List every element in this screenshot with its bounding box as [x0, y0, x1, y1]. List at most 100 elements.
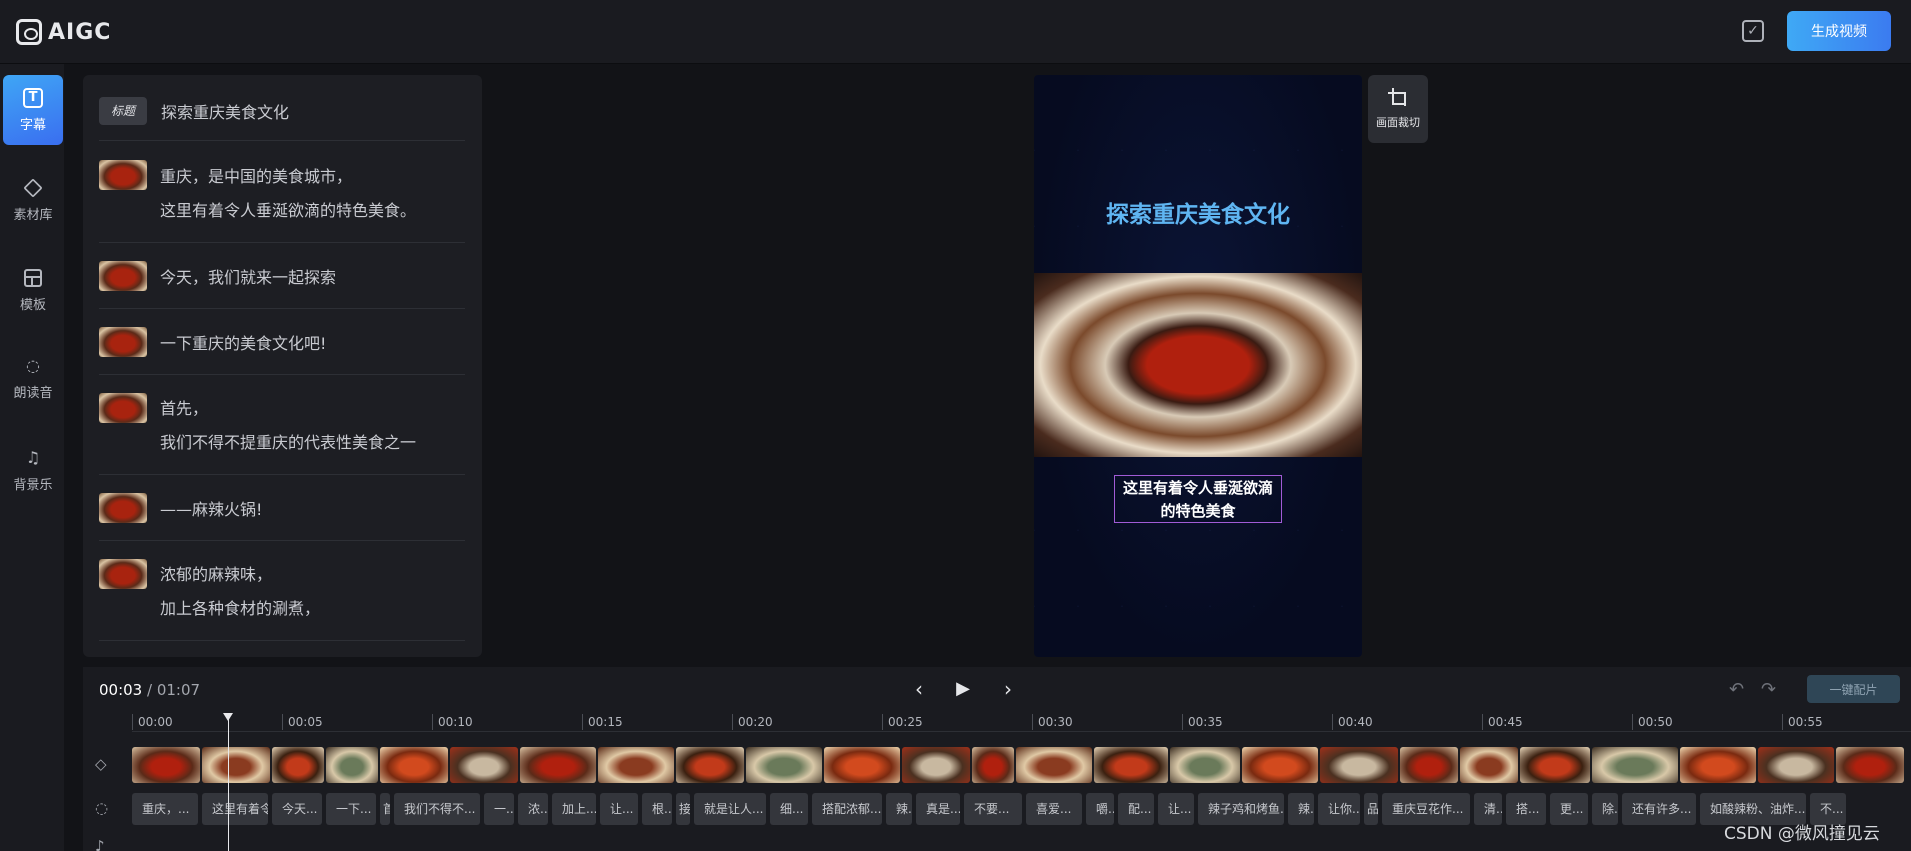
subtitle-clip[interactable]: 清... — [1474, 793, 1502, 825]
checklist-icon[interactable]: ✓ — [1742, 20, 1764, 42]
undo-icon[interactable]: ↶ — [1729, 679, 1744, 700]
subtitle-clip[interactable]: 根... — [642, 793, 672, 825]
material-clip[interactable] — [202, 747, 270, 783]
subtitle-clip[interactable]: 让... — [1158, 793, 1194, 825]
material-clip[interactable] — [272, 747, 324, 783]
material-clip[interactable] — [450, 747, 518, 783]
redo-icon[interactable]: ↷ — [1761, 679, 1776, 700]
subtitle-line[interactable]: ——麻辣火锅! — [160, 496, 262, 520]
playhead[interactable] — [223, 713, 233, 851]
material-clip[interactable] — [1320, 747, 1398, 783]
subtitle-clip[interactable]: 重庆豆花作... — [1382, 793, 1470, 825]
subtitle-thumbnail[interactable] — [99, 261, 147, 291]
subtitle-line[interactable]: 今天，我们就来一起探索 — [160, 264, 336, 288]
material-clip[interactable] — [1680, 747, 1756, 783]
subtitle-clip[interactable]: 我们不得不... — [394, 793, 480, 825]
title-text[interactable]: 探索重庆美食文化 — [161, 99, 289, 123]
subtitle-clip[interactable]: 还有许多... — [1622, 793, 1696, 825]
material-clip[interactable] — [520, 747, 596, 783]
material-clip[interactable] — [598, 747, 674, 783]
subtitle-clip[interactable]: 不要... — [964, 793, 1022, 825]
subtitle-clip[interactable]: 重庆，... — [132, 793, 198, 825]
subtitle-row[interactable]: 今天，我们就来一起探索 — [99, 243, 465, 309]
material-clip[interactable] — [1836, 747, 1904, 783]
subtitle-line[interactable]: 这里有着令人垂涎欲滴的特色美食。 — [160, 197, 416, 221]
rail-item-music[interactable]: ♫ 背景乐 — [3, 435, 63, 505]
preview-caption[interactable]: 这里有着令人垂涎欲滴 的特色美食 — [1114, 475, 1282, 523]
subtitle-clip[interactable]: 浓... — [518, 793, 548, 825]
subtitle-row[interactable]: 浓郁的麻辣味， 加上各种食材的涮煮， — [99, 541, 465, 641]
prev-icon[interactable]: ‹ — [907, 677, 931, 701]
material-clip[interactable] — [902, 747, 970, 783]
material-track[interactable] — [132, 747, 1911, 783]
material-clip[interactable] — [1016, 747, 1092, 783]
next-icon[interactable]: › — [996, 677, 1020, 701]
app-logo[interactable]: AIGC — [16, 18, 111, 46]
subtitle-clip[interactable]: 嚼... — [1086, 793, 1114, 825]
subtitle-line[interactable]: 浓郁的麻辣味， — [160, 561, 272, 585]
subtitle-line[interactable]: 重庆，是中国的美食城市， — [160, 163, 352, 187]
auto-match-button[interactable]: 一键配片 — [1807, 675, 1900, 703]
subtitle-row[interactable]: 重庆，是中国的美食城市， 这里有着令人垂涎欲滴的特色美食。 — [99, 143, 465, 243]
subtitle-clip[interactable]: 搭配浓郁... — [812, 793, 882, 825]
crop-button[interactable]: 画面裁切 — [1368, 75, 1428, 143]
subtitle-clip[interactable]: 接 — [676, 793, 690, 825]
subtitle-track[interactable]: 重庆，...这里有着令...今天...一下...首我们不得不...一...浓..… — [132, 793, 1911, 825]
material-clip[interactable] — [1170, 747, 1240, 783]
subtitle-clip[interactable]: 辣... — [886, 793, 912, 825]
material-clip[interactable] — [326, 747, 378, 783]
rail-item-subtitle[interactable]: T 字幕 — [3, 75, 63, 145]
subtitle-clip[interactable]: 这里有着令... — [202, 793, 268, 825]
subtitle-line[interactable]: 加上各种食材的涮煮， — [160, 595, 320, 619]
subtitle-clip[interactable]: 首 — [380, 793, 390, 825]
material-clip[interactable] — [132, 747, 200, 783]
subtitle-clip[interactable]: 辣子鸡和烤鱼... — [1198, 793, 1284, 825]
subtitle-clip[interactable]: 除... — [1592, 793, 1618, 825]
video-preview[interactable]: 探索重庆美食文化 这里有着令人垂涎欲滴 的特色美食 — [1034, 75, 1362, 657]
subtitle-clip[interactable]: 让... — [600, 793, 638, 825]
rail-item-template[interactable]: 模板 — [3, 255, 63, 325]
subtitle-clip[interactable]: 一... — [484, 793, 514, 825]
subtitle-clip[interactable]: 让你... — [1318, 793, 1360, 825]
subtitle-thumbnail[interactable] — [99, 559, 147, 589]
subtitle-thumbnail[interactable] — [99, 160, 147, 190]
subtitle-line[interactable]: 首先， — [160, 395, 208, 419]
subtitle-clip[interactable]: 加上... — [552, 793, 596, 825]
material-clip[interactable] — [380, 747, 448, 783]
material-clip[interactable] — [1460, 747, 1518, 783]
generate-video-button[interactable]: 生成视频 — [1787, 11, 1891, 51]
subtitle-clip[interactable]: 喜爱... — [1026, 793, 1082, 825]
subtitle-clip[interactable]: 一下... — [326, 793, 376, 825]
subtitle-thumbnail[interactable] — [99, 393, 147, 423]
subtitle-row[interactable]: 首先， 我们不得不提重庆的代表性美食之一 — [99, 375, 465, 475]
material-clip[interactable] — [824, 747, 900, 783]
time-ruler[interactable]: 00:00 00:05 00:10 00:15 00:20 00:25 00:3… — [132, 714, 1911, 732]
subtitle-clip[interactable]: 更... — [1550, 793, 1588, 825]
rail-item-voice[interactable]: ◌ 朗读音 — [3, 343, 63, 413]
title-row[interactable]: 标题 探索重庆美食文化 — [99, 95, 465, 141]
subtitle-row[interactable]: ——麻辣火锅! — [99, 475, 465, 541]
subtitle-clip[interactable]: 搭... — [1506, 793, 1546, 825]
subtitle-clip[interactable]: 配... — [1118, 793, 1154, 825]
subtitle-clip[interactable]: 辣... — [1288, 793, 1314, 825]
subtitle-line[interactable]: 我们不得不提重庆的代表性美食之一 — [160, 429, 416, 453]
preview-title[interactable]: 探索重庆美食文化 — [1034, 195, 1362, 229]
subtitle-clip[interactable]: 就是让人... — [694, 793, 766, 825]
subtitle-clip[interactable]: 品 — [1364, 793, 1378, 825]
subtitle-thumbnail[interactable] — [99, 493, 147, 523]
subtitle-clip[interactable]: 细... — [770, 793, 808, 825]
material-clip[interactable] — [1592, 747, 1678, 783]
subtitle-clip[interactable]: 真是... — [916, 793, 960, 825]
subtitle-row[interactable]: 一下重庆的美食文化吧! — [99, 309, 465, 375]
material-clip[interactable] — [1242, 747, 1318, 783]
material-clip[interactable] — [1520, 747, 1590, 783]
play-icon[interactable]: ▶ — [951, 677, 975, 701]
material-clip[interactable] — [1758, 747, 1834, 783]
material-clip[interactable] — [746, 747, 822, 783]
subtitle-line[interactable]: 一下重庆的美食文化吧! — [160, 330, 326, 354]
subtitle-clip[interactable]: 今天... — [272, 793, 322, 825]
material-clip[interactable] — [972, 747, 1014, 783]
subtitle-thumbnail[interactable] — [99, 327, 147, 357]
rail-item-materials[interactable]: 素材库 — [3, 165, 63, 235]
material-clip[interactable] — [676, 747, 744, 783]
